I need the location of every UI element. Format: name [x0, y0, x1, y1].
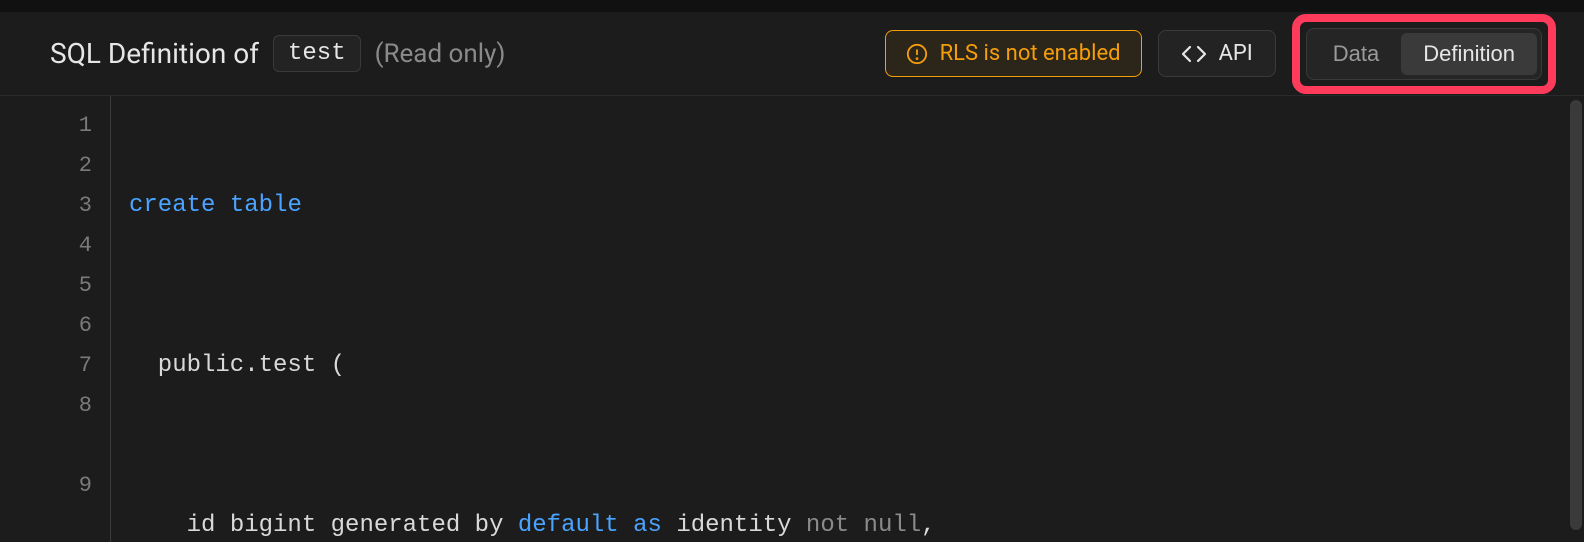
sql-editor: 1 2 3 4 5 6 7 8 9 create table public.te…: [0, 96, 1584, 542]
readonly-label: (Read only): [375, 39, 506, 69]
line-number-gutter: 1 2 3 4 5 6 7 8 9: [0, 96, 110, 542]
scrollbar-thumb[interactable]: [1570, 100, 1582, 530]
annotation-highlight: Data Definition: [1292, 14, 1556, 94]
line-number: 7: [0, 346, 92, 386]
code-line: id bigint generated by default as identi…: [129, 506, 1564, 542]
line-number: 9: [0, 466, 92, 506]
line-number: 8: [0, 386, 92, 426]
api-button-label: API: [1219, 41, 1253, 66]
api-button[interactable]: API: [1158, 30, 1276, 77]
page-title: SQL Definition of test (Read only): [50, 35, 505, 72]
title-prefix: SQL Definition of: [50, 37, 259, 70]
code-content[interactable]: create table public.test ( id bigint gen…: [110, 96, 1584, 542]
line-number: 1: [0, 106, 92, 146]
line-number: 2: [0, 146, 92, 186]
editor-header: SQL Definition of test (Read only) RLS i…: [0, 12, 1584, 96]
alert-circle-icon: [906, 43, 928, 65]
line-number: 3: [0, 186, 92, 226]
tab-definition[interactable]: Definition: [1401, 33, 1537, 75]
tab-data[interactable]: Data: [1311, 33, 1401, 75]
rls-label: RLS is not enabled: [940, 41, 1121, 66]
view-toggle: Data Definition: [1306, 28, 1542, 80]
line-number: 5: [0, 266, 92, 306]
code-icon: [1181, 45, 1207, 63]
rls-not-enabled-badge[interactable]: RLS is not enabled: [885, 30, 1142, 77]
table-name-chip: test: [273, 35, 361, 72]
code-line: public.test (: [129, 346, 1564, 386]
line-number: 6: [0, 306, 92, 346]
code-line: create table: [129, 186, 1564, 226]
line-number: 4: [0, 226, 92, 266]
scrollbar-vertical[interactable]: [1570, 100, 1582, 530]
line-number: [0, 426, 92, 466]
